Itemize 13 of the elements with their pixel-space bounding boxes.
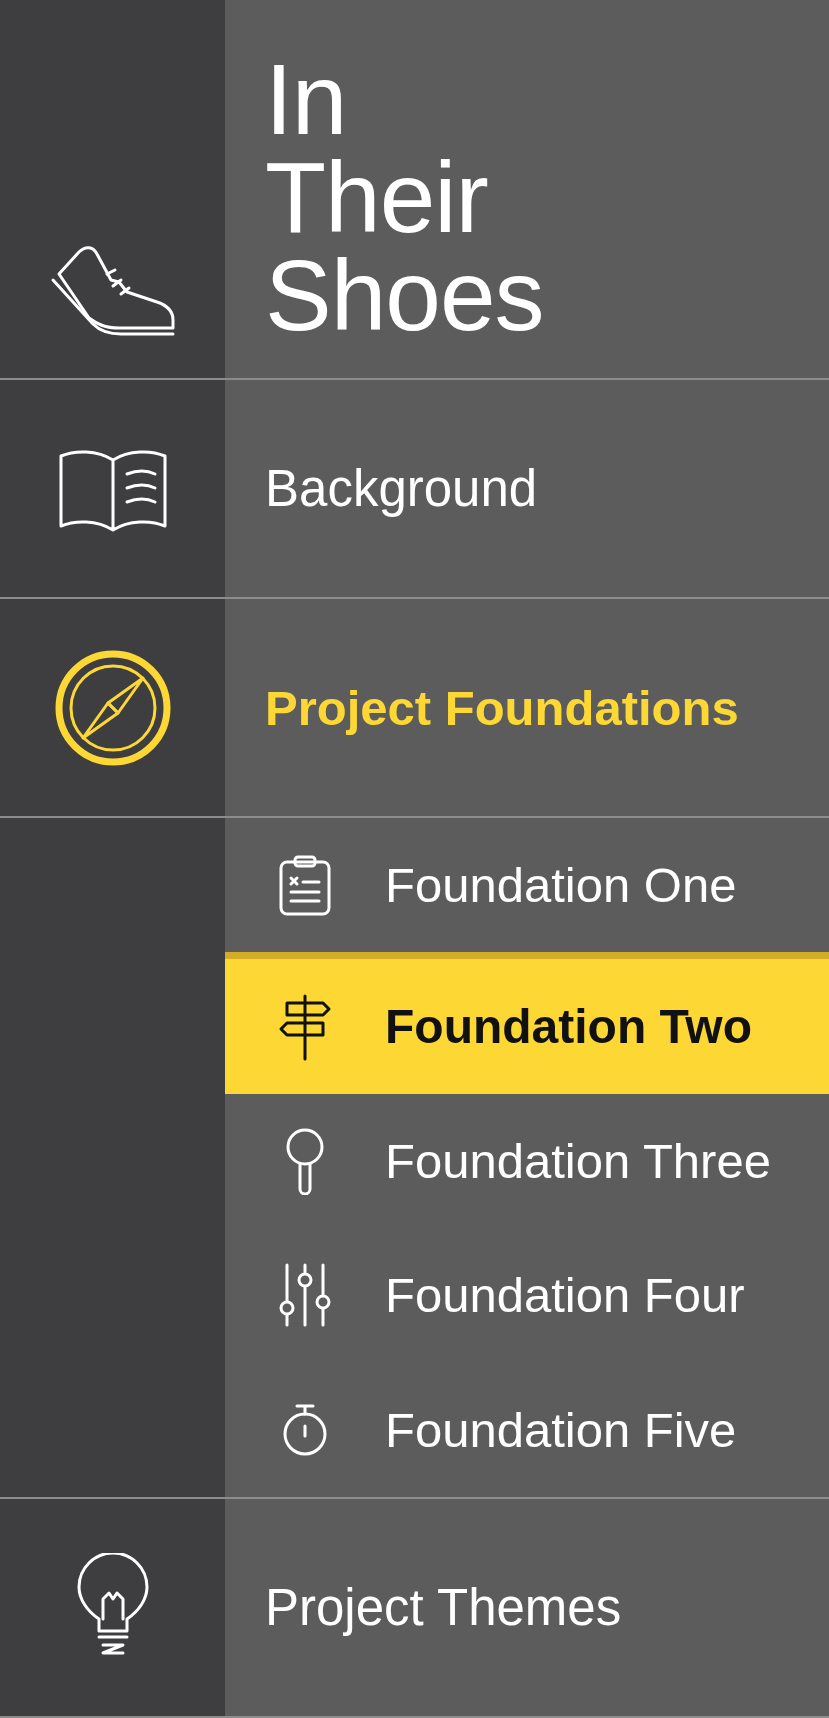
clipboard-icon [277,854,333,917]
submenu-item[interactable]: Foundation Two [225,952,829,1094]
section-link[interactable]: Project Themes [265,1578,622,1637]
submenu-item[interactable]: Foundation Four [225,1228,829,1363]
app-title: In Their Shoes [265,50,544,344]
sliders-icon [277,1262,333,1329]
signpost-icon [277,992,333,1061]
compass-icon [53,648,172,767]
section-link[interactable]: Background [265,459,538,518]
submenu-item[interactable]: Foundation Three [225,1093,829,1229]
submenu-item[interactable]: Foundation One [225,818,829,953]
submenu-item[interactable]: Foundation Five [225,1362,829,1498]
section-link[interactable]: Project Foundations [265,679,739,736]
